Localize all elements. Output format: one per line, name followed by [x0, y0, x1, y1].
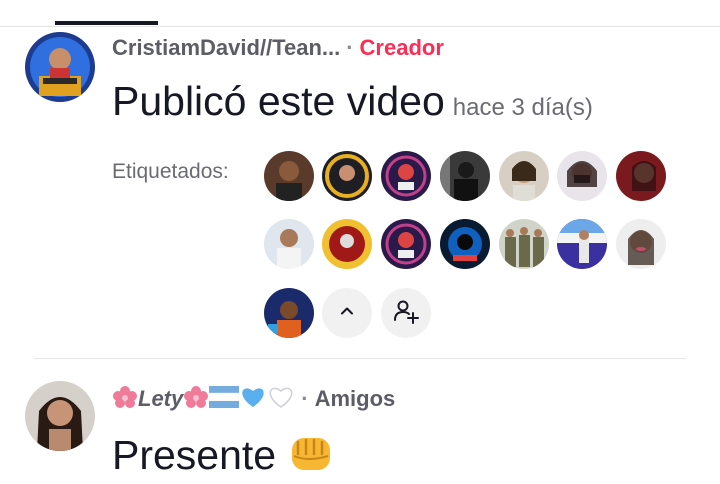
tagged-avatar[interactable]: [264, 219, 314, 269]
add-person-icon: [392, 297, 420, 330]
top-divider: [0, 26, 720, 27]
tagged-avatar[interactable]: [557, 219, 607, 269]
tagged-avatar[interactable]: [499, 151, 549, 201]
tagged-label: Etiquetados:: [112, 160, 229, 183]
comment-author-name[interactable]: Lety: [138, 386, 183, 411]
tagged-avatar[interactable]: [264, 151, 314, 201]
tagged-avatar[interactable]: [440, 219, 490, 269]
friends-label: Amigos: [314, 385, 396, 411]
post-action-text: Publicó este video: [112, 78, 445, 124]
tagged-avatar[interactable]: [616, 151, 666, 201]
section-divider: [34, 358, 686, 359]
blue-heart-icon: [239, 385, 267, 415]
tagged-avatar[interactable]: [440, 151, 490, 201]
flag-emoji-icon: [209, 386, 240, 414]
white-heart-icon: [267, 385, 295, 415]
flower-emoji-icon: [183, 385, 209, 415]
tag-people-button[interactable]: [381, 288, 431, 338]
tagged-avatar[interactable]: [381, 219, 431, 269]
tagged-avatar[interactable]: [322, 151, 372, 201]
tagged-avatar[interactable]: [499, 219, 549, 269]
post-author-line: CristiamDavid//Tean... · Creador: [112, 35, 444, 61]
separator-dot: ·: [301, 385, 309, 411]
tagged-avatar[interactable]: [322, 219, 372, 269]
creator-badge: Creador: [359, 35, 444, 60]
tagged-avatar[interactable]: [264, 288, 314, 338]
active-tab-indicator: [55, 21, 158, 25]
chevron-up-icon: [339, 303, 355, 324]
creator-avatar[interactable]: [25, 32, 95, 102]
post-timestamp: hace 3 día(s): [452, 94, 593, 121]
comment-body: Presente: [112, 432, 334, 484]
commenter-avatar[interactable]: [25, 381, 95, 451]
separator-dot: ·: [346, 35, 354, 60]
comment-text: Presente: [112, 432, 277, 478]
collapse-tags-button[interactable]: [322, 288, 372, 338]
tagged-avatar[interactable]: [557, 151, 607, 201]
comment-author-line: Lety · Amigos: [112, 385, 395, 415]
post-author-name[interactable]: CristiamDavid//Tean...: [112, 35, 340, 60]
post-action: Publicó este video hace 3 día(s): [112, 78, 593, 125]
flower-emoji-icon: [112, 385, 138, 415]
tagged-avatar[interactable]: [381, 151, 431, 201]
fist-emoji-icon: [288, 432, 334, 484]
tagged-avatar[interactable]: [616, 219, 666, 269]
